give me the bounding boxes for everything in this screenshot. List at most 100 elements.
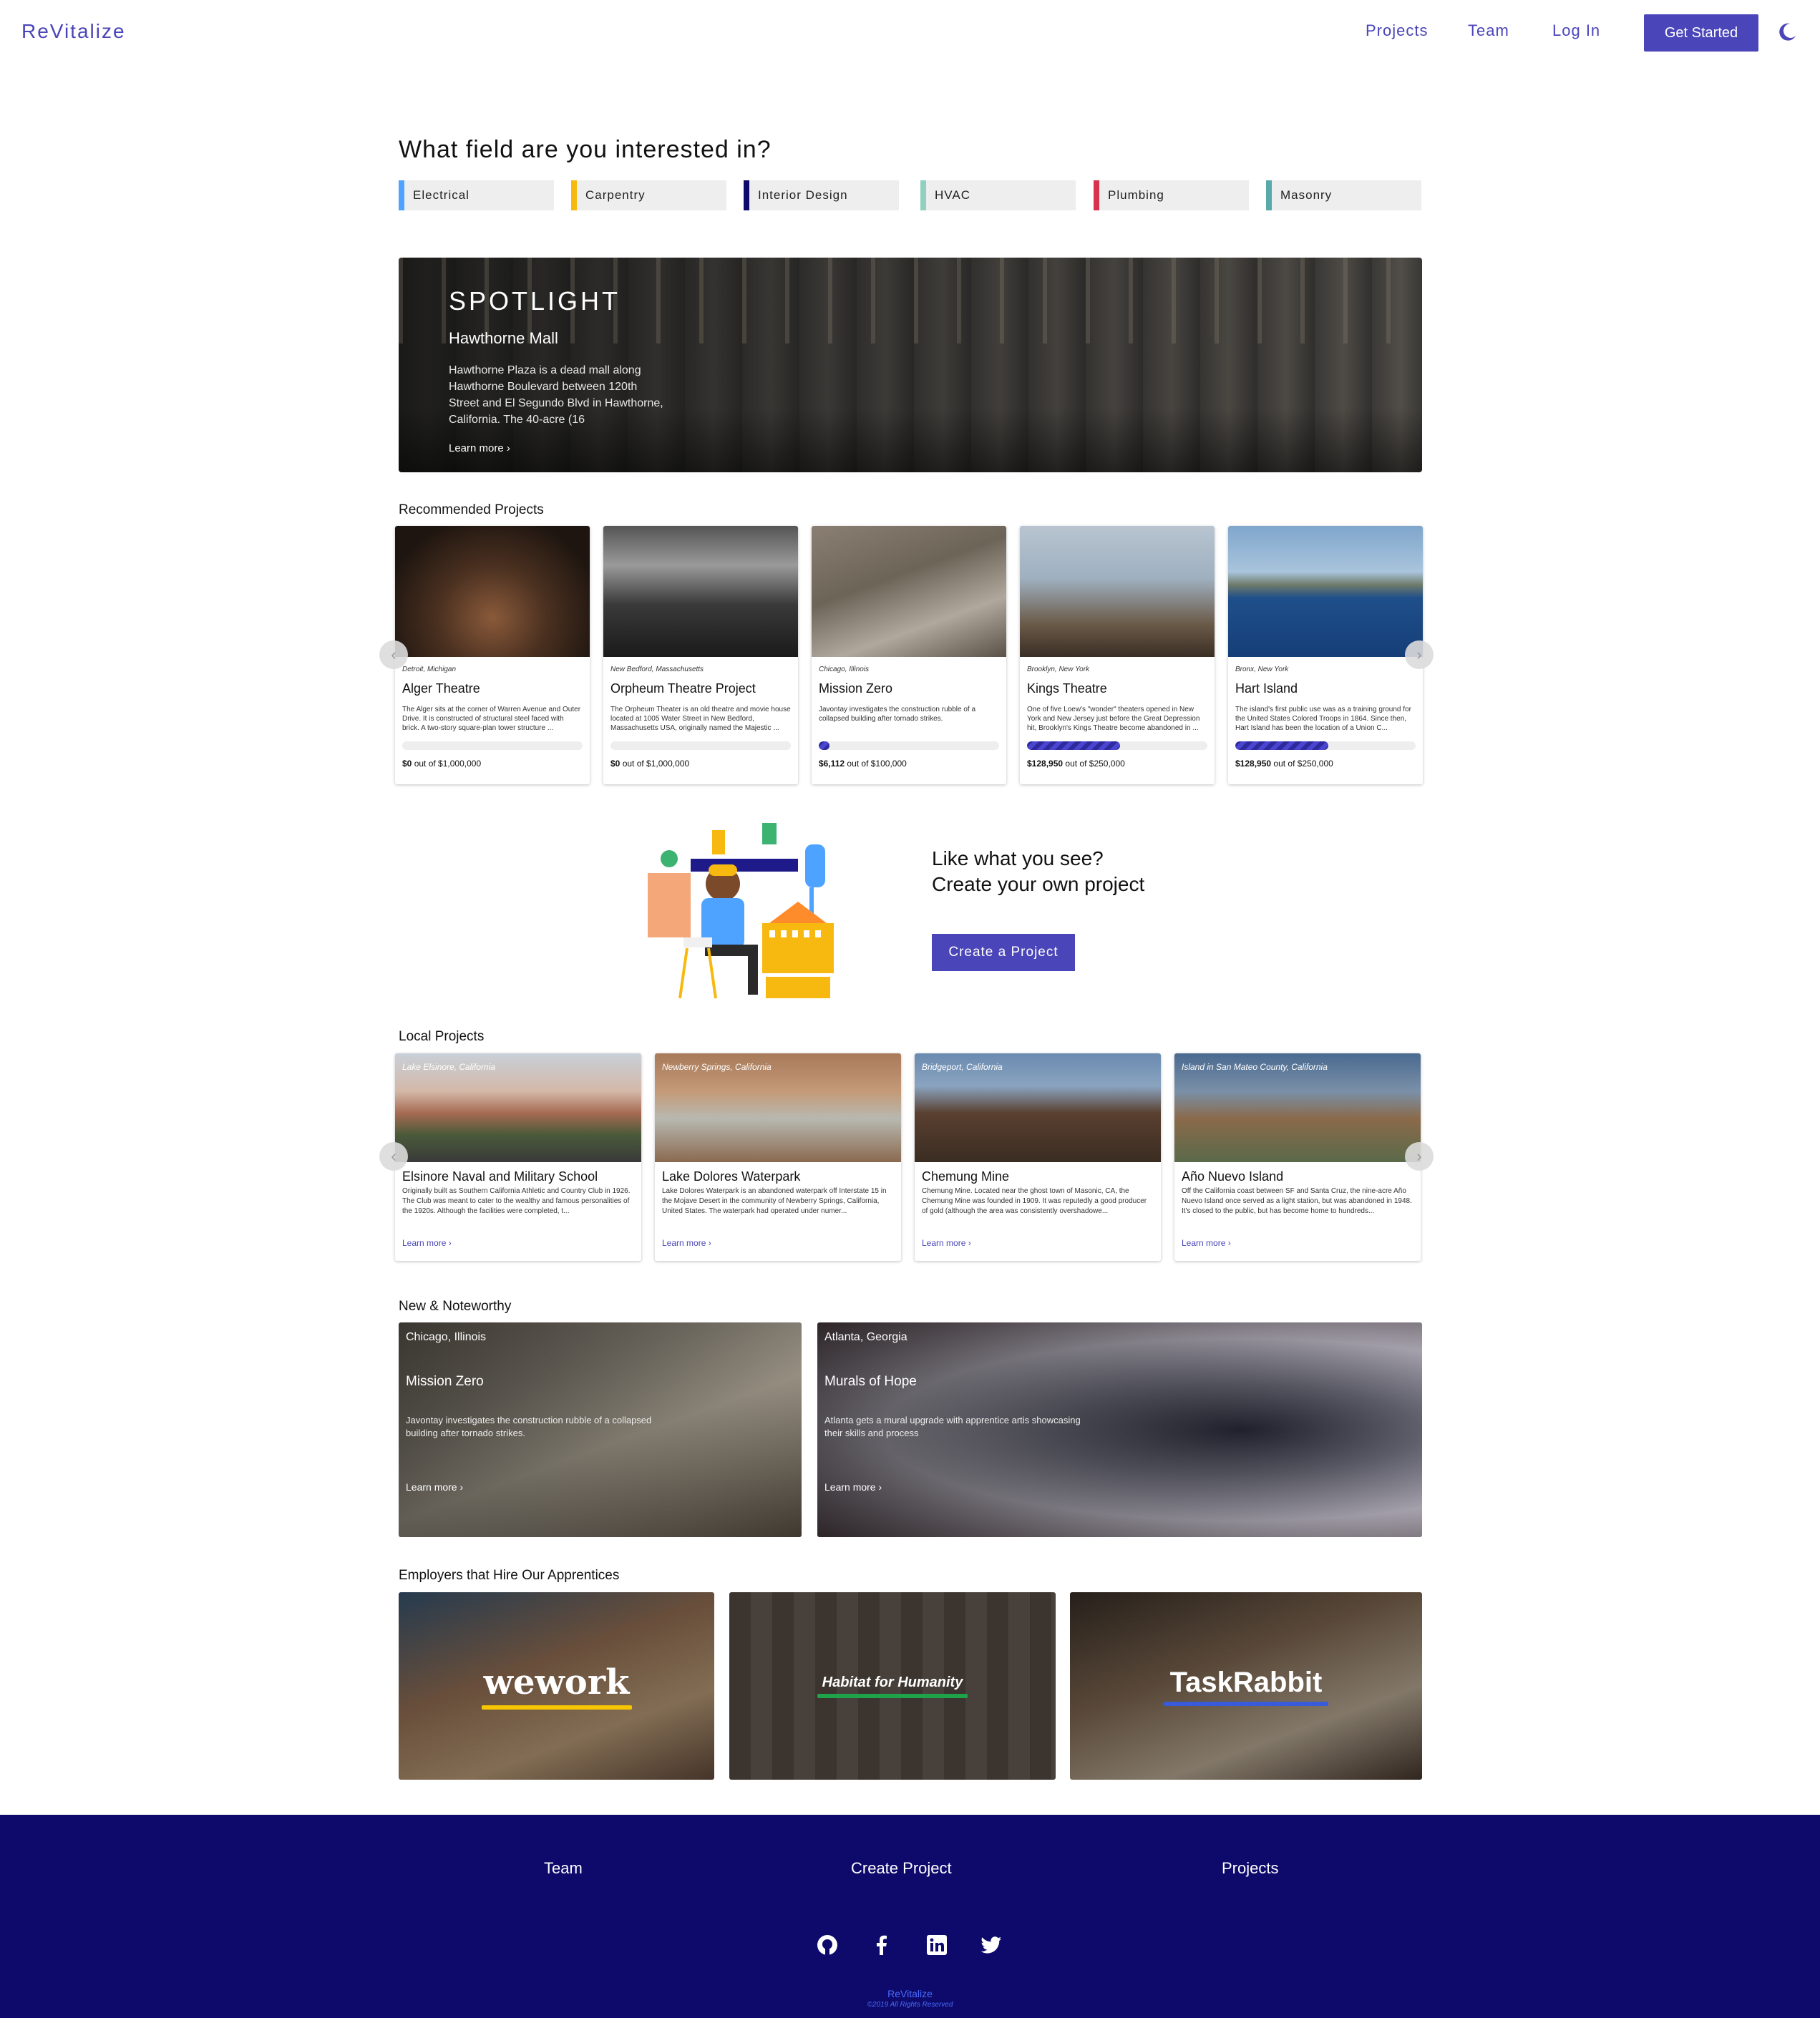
facebook-icon[interactable] (870, 1934, 893, 1956)
create-heading-line2: Create your own project (932, 873, 1145, 895)
employer-card-taskrabbit[interactable]: TaskRabbit (1070, 1592, 1422, 1780)
field-hvac[interactable]: HVAC (920, 180, 1076, 210)
project-description: Javontay investigates the construction r… (819, 706, 976, 723)
funding-goal: out of $100,000 (847, 759, 907, 769)
local-project-name: Chemung Mine (922, 1169, 1010, 1184)
project-location: Detroit, Michigan (402, 666, 457, 673)
project-description: The island's first public use was as a t… (1235, 706, 1411, 732)
carousel-next-arrow-icon[interactable]: › (1405, 1142, 1434, 1171)
local-project-location: Lake Elsinore, California (402, 1062, 496, 1072)
project-image (1020, 526, 1215, 657)
local-project-name: Año Nuevo Island (1182, 1169, 1284, 1184)
nav-login-link[interactable]: Log In (1552, 21, 1600, 40)
local-project-learn-more-link[interactable]: Learn more › (922, 1238, 971, 1248)
local-project-learn-more-link[interactable]: Learn more › (1182, 1238, 1231, 1248)
local-project-learn-more-link[interactable]: Learn more › (662, 1238, 711, 1248)
field-interior-design[interactable]: Interior Design (744, 180, 899, 210)
employer-logo-underline (817, 1693, 968, 1698)
carousel-prev-arrow-icon[interactable]: ‹ (379, 640, 408, 669)
carousel-prev-arrow-icon[interactable]: ‹ (379, 1142, 408, 1171)
field-masonry[interactable]: Masonry (1266, 180, 1421, 210)
project-card[interactable]: Brooklyn, New York Kings Theatre One of … (1020, 526, 1215, 784)
funding-progress-bar (1027, 741, 1207, 750)
employer-name: wework (483, 1662, 630, 1702)
noteworthy-name: Murals of Hope (824, 1374, 917, 1389)
taskrabbit-logo: TaskRabbit (1070, 1592, 1422, 1780)
employer-logo-underline (481, 1705, 632, 1710)
field-plumbing[interactable]: Plumbing (1094, 180, 1249, 210)
funding-amount: $6,112 out of $100,000 (819, 759, 907, 769)
funding-amount: $0 out of $1,000,000 (610, 759, 689, 769)
project-name: Kings Theatre (1027, 681, 1107, 696)
create-heading: Like what you see? Create your own proje… (932, 846, 1144, 897)
employer-name: TaskRabbit (1169, 1666, 1323, 1698)
field-electrical[interactable]: Electrical (399, 180, 554, 210)
wework-logo: wework (399, 1592, 714, 1780)
project-description: The Alger sits at the corner of Warren A… (402, 706, 581, 732)
get-started-button[interactable]: Get Started (1644, 14, 1758, 52)
nav-projects-link[interactable]: Projects (1366, 21, 1428, 40)
footer-team-link[interactable]: Team (544, 1859, 583, 1878)
twitter-icon[interactable] (980, 1934, 1003, 1956)
funding-progress-fill (1235, 741, 1329, 750)
local-project-card[interactable]: Bridgeport, California Chemung Mine Chem… (915, 1053, 1161, 1261)
local-project-card[interactable]: Lake Elsinore, California Elsinore Naval… (395, 1053, 641, 1261)
project-location: Bronx, New York (1235, 666, 1289, 673)
project-card[interactable]: New Bedford, Massachusetts Orpheum Theat… (603, 526, 798, 784)
noteworthy-location: Atlanta, Georgia (824, 1331, 907, 1343)
project-description: The Orpheum Theater is an old theatre an… (610, 706, 791, 732)
employer-logo-underline (1164, 1701, 1328, 1706)
linkedin-icon[interactable] (925, 1934, 948, 1956)
project-location: Chicago, Illinois (819, 666, 870, 673)
moon-icon[interactable] (1776, 21, 1798, 43)
project-card[interactable]: Detroit, Michigan Alger Theatre The Alge… (395, 526, 590, 784)
project-image (395, 526, 590, 657)
noteworthy-card[interactable]: Atlanta, Georgia Murals of Hope Atlanta … (817, 1322, 1422, 1537)
funding-amount: $128,950 out of $250,000 (1027, 759, 1125, 769)
noteworthy-learn-more-link[interactable]: Learn more › (824, 1481, 882, 1493)
project-name: Alger Theatre (402, 681, 480, 696)
spotlight-learn-more-link[interactable]: Learn more › (449, 442, 510, 454)
funding-goal: out of $1,000,000 (414, 759, 482, 769)
worker-illustration (648, 823, 834, 999)
spotlight-label: SPOTLIGHT (449, 286, 621, 316)
spotlight-description: Hawthorne Plaza is a dead mall along Haw… (449, 364, 663, 426)
create-project-button[interactable]: Create a Project (932, 934, 1075, 971)
local-heading: Local Projects (399, 1029, 485, 1044)
footer-projects-link[interactable]: Projects (1222, 1859, 1278, 1878)
project-card[interactable]: Chicago, Illinois Mission Zero Javontay … (812, 526, 1006, 784)
local-project-location: Island in San Mateo County, California (1182, 1062, 1328, 1072)
footer-brand: ReVitalize (887, 1988, 933, 1999)
nav-team-link[interactable]: Team (1468, 21, 1509, 40)
funding-progress-bar (1235, 741, 1416, 750)
project-location: Brooklyn, New York (1027, 666, 1090, 673)
carousel-next-arrow-icon[interactable]: › (1405, 640, 1434, 669)
funding-progress-bar (402, 741, 583, 750)
noteworthy-learn-more-link[interactable]: Learn more › (406, 1481, 463, 1493)
noteworthy-card[interactable]: Chicago, Illinois Mission Zero Javontay … (399, 1322, 802, 1537)
local-project-location: Bridgeport, California (922, 1062, 1003, 1072)
employer-card-habitat[interactable]: Habitat for Humanity (729, 1592, 1056, 1780)
footer-create-project-link[interactable]: Create Project (851, 1859, 952, 1878)
employer-card-wework[interactable]: wework (399, 1592, 714, 1780)
project-name: Orpheum Theatre Project (610, 681, 756, 696)
local-project-name: Elsinore Naval and Military School (402, 1169, 598, 1184)
habitat-logo: Habitat for Humanity (729, 1592, 1056, 1780)
local-project-description: Lake Dolores Waterpark is an abandoned w… (662, 1187, 887, 1215)
spotlight-title: Hawthorne Mall (449, 329, 558, 347)
funding-progress-bar (819, 741, 999, 750)
funding-progress-bar (610, 741, 791, 750)
local-project-description: Off the California coast between SF and … (1182, 1187, 1412, 1215)
brand-logo[interactable]: ReVitalize (21, 20, 126, 43)
project-name: Hart Island (1235, 681, 1298, 696)
funding-raised: $6,112 (819, 759, 845, 769)
local-project-learn-more-link[interactable]: Learn more › (402, 1238, 452, 1248)
funding-raised: $0 (610, 759, 621, 769)
field-carpentry[interactable]: Carpentry (571, 180, 726, 210)
spotlight-banner[interactable]: SPOTLIGHT Hawthorne Mall Hawthorne Plaza… (399, 258, 1422, 472)
github-icon[interactable] (816, 1934, 839, 1956)
local-project-card[interactable]: Island in San Mateo County, California A… (1174, 1053, 1421, 1261)
project-card[interactable]: Bronx, New York Hart Island The island's… (1228, 526, 1423, 784)
local-project-name: Lake Dolores Waterpark (662, 1169, 801, 1184)
local-project-card[interactable]: Newberry Springs, California Lake Dolore… (655, 1053, 901, 1261)
